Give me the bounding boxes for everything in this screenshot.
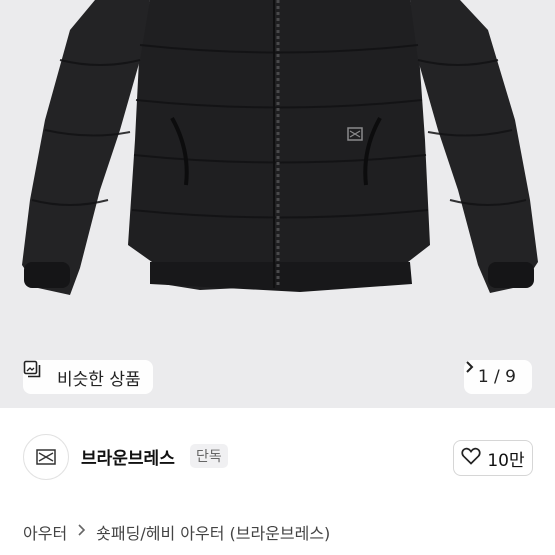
image-counter[interactable]: 1 / 9 xyxy=(463,360,532,394)
chevron-right-icon xyxy=(77,524,86,540)
breadcrumb: 아우터 숏패딩/헤비 아우터 (브라운브레스) xyxy=(23,520,330,544)
similar-products-label: 비슷한 상품 xyxy=(57,369,141,390)
breadcrumb-category[interactable]: 아우터 xyxy=(23,520,67,544)
similar-products-button[interactable]: 비슷한 상품 xyxy=(23,360,153,394)
brand-like-button[interactable]: 10만 xyxy=(453,440,533,476)
brand-name-link[interactable]: 브라운브레스 xyxy=(81,444,175,469)
image-counter-text: 1 / 9 xyxy=(477,367,516,387)
brand-logo[interactable] xyxy=(23,434,69,480)
jacket-image xyxy=(22,0,538,295)
exclusive-badge: 단독 xyxy=(190,444,228,468)
heart-icon xyxy=(461,447,481,470)
product-image-carousel[interactable]: 비슷한 상품 1 / 9 xyxy=(0,0,555,408)
breadcrumb-subcategory[interactable]: 숏패딩/헤비 아우터 (브라운브레스) xyxy=(96,520,330,544)
like-count: 10만 xyxy=(487,450,525,471)
similar-products-icon xyxy=(23,360,51,386)
